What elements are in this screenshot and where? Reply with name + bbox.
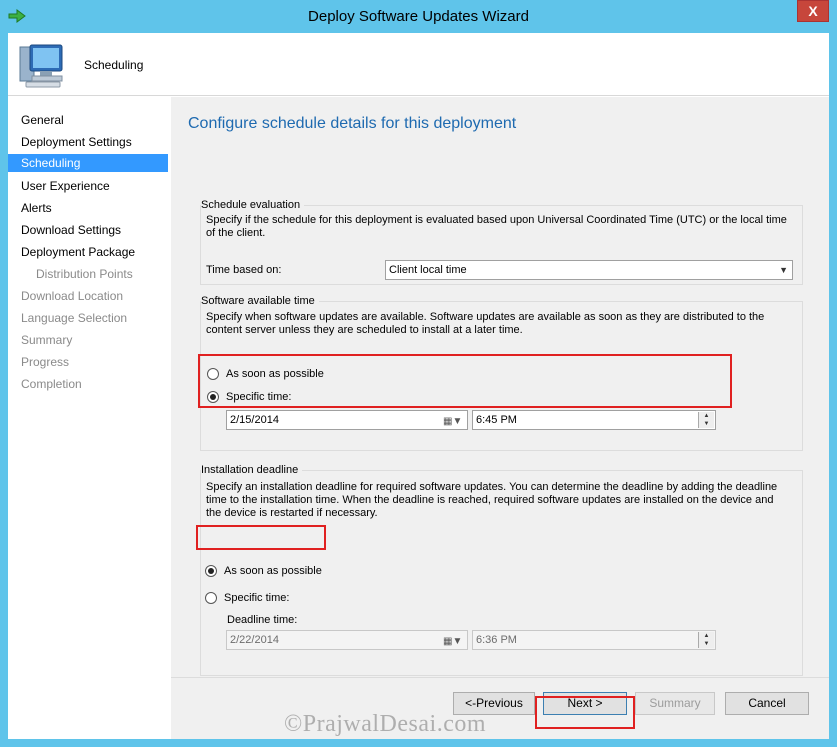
page-heading: Configure schedule details for this depl…: [188, 115, 517, 132]
chevron-down-icon: ▼: [779, 265, 788, 275]
title-bar[interactable]: Deploy Software Updates Wizard X: [0, 0, 837, 33]
computer-monitor-icon: [19, 44, 63, 88]
watermark-text: ©PrajwalDesai.com: [284, 711, 487, 737]
close-button[interactable]: X: [797, 0, 829, 22]
summary-button: Summary: [635, 692, 715, 715]
nav-item-download-settings[interactable]: Download Settings: [8, 221, 168, 239]
nav-item-summary: Summary: [21, 333, 73, 347]
nav-item-progress: Progress: [21, 355, 70, 369]
deadline-specific-label[interactable]: Specific time:: [224, 592, 289, 604]
deadline-time-value: 6:36 PM: [476, 634, 517, 646]
nav-item-language-selection: Language Selection: [21, 311, 128, 325]
group-description: Specify if the schedule for this deploym…: [206, 214, 787, 239]
next-button-highlight: [535, 696, 635, 729]
time-based-label: Time based on:: [206, 264, 282, 276]
nav-item-alerts[interactable]: Alerts: [8, 199, 168, 217]
available-date-picker[interactable]: 2/15/2014 ▦▼: [226, 410, 468, 430]
calendar-icon: ▦▼: [443, 636, 463, 647]
group-title: Installation deadline: [201, 464, 303, 476]
deadline-specific-radio[interactable]: [205, 592, 217, 604]
nav-item-download-location: Download Location: [21, 289, 124, 303]
cancel-button[interactable]: Cancel: [725, 692, 809, 715]
nav-item-deployment-package[interactable]: Deployment Package: [8, 243, 168, 261]
wizard-window: Deploy Software Updates Wizard X Schedul…: [0, 0, 837, 747]
deadline-group: Installation deadline Specify an install…: [200, 464, 803, 676]
time-based-value: Client local time: [389, 264, 467, 276]
nav-item-deployment-settings[interactable]: Deployment Settings: [8, 133, 168, 151]
nav-item-user-experience[interactable]: User Experience: [8, 177, 168, 195]
deadline-date-picker[interactable]: 2/22/2014 ▦▼: [226, 630, 468, 650]
nav-item-scheduling[interactable]: Scheduling: [8, 154, 168, 172]
wizard-footer: <-Previous Next > Summary Cancel: [171, 677, 829, 739]
specific-time-highlight: [198, 354, 732, 408]
time-spinner-icon[interactable]: ▲ ▼: [698, 412, 714, 428]
wizard-header: Scheduling: [8, 33, 829, 96]
deadline-asap-highlight: [196, 525, 326, 550]
group-title: Schedule evaluation: [201, 199, 305, 211]
nav-item-completion: Completion: [21, 377, 82, 391]
deadline-time-label: Deadline time:: [227, 614, 298, 626]
deadline-date-value: 2/22/2014: [230, 634, 279, 646]
available-time-value: 6:45 PM: [476, 414, 517, 426]
calendar-icon[interactable]: ▦▼: [443, 413, 465, 427]
deadline-asap-radio[interactable]: [205, 565, 217, 577]
group-title: Software available time: [201, 295, 319, 307]
deadline-time-picker[interactable]: 6:36 PM ▲ ▼: [472, 630, 716, 650]
time-based-select[interactable]: Client local time ▼: [385, 260, 793, 280]
wizard-nav: General Deployment Settings Scheduling U…: [8, 97, 170, 739]
schedule-evaluation-group: Schedule evaluation Specify if the sched…: [200, 199, 803, 285]
group-description: Specify when software updates are availa…: [206, 311, 765, 336]
available-date-value: 2/15/2014: [230, 414, 279, 426]
group-description: Specify an installation deadline for req…: [206, 481, 778, 519]
deadline-asap-label[interactable]: As soon as possible: [224, 565, 322, 577]
window-title: Deploy Software Updates Wizard: [308, 8, 529, 25]
time-spinner-icon: ▲ ▼: [698, 632, 714, 648]
step-title: Scheduling: [84, 58, 144, 72]
available-time-picker[interactable]: 6:45 PM ▲ ▼: [472, 410, 716, 430]
nav-item-general[interactable]: General: [8, 111, 168, 129]
nav-item-distribution-points: Distribution Points: [36, 267, 133, 281]
